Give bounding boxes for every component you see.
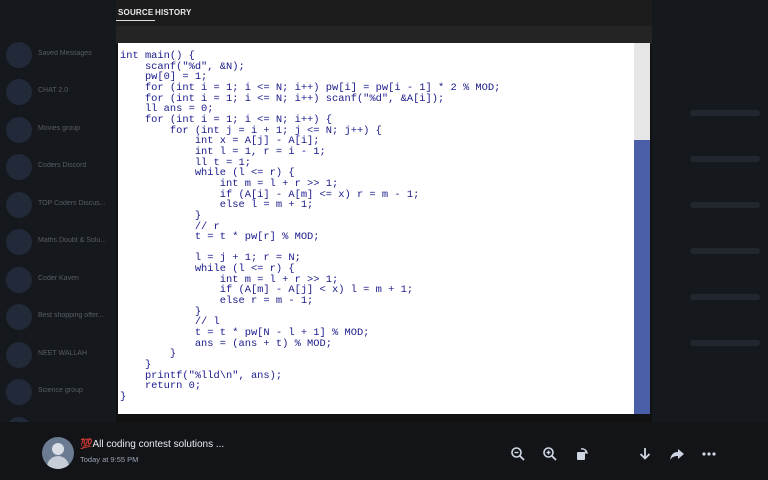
chat-name: Science group [38,387,83,395]
code-block: int main() { scanf("%d", &N); pw[0] = 1;… [120,51,500,403]
message-placeholder [690,202,760,208]
chat-avatar [6,79,32,106]
chat-avatar [6,116,32,143]
caption-text: All coding contest solutions ... [92,439,225,450]
scrollbar-thumb[interactable] [634,140,650,414]
forward-icon[interactable] [669,446,685,462]
code-line: t = t * pw[r] % MOD; [120,231,320,244]
chat-name: Saved Messages [38,49,92,57]
chat-avatar [6,229,32,256]
chat-list-item[interactable]: CHAT 2.0 [0,74,118,112]
message-placeholder [690,156,760,162]
message-placeholder [690,340,760,346]
sender-avatar[interactable] [42,437,74,469]
chat-list-item[interactable]: Coder Kaveri [0,261,118,299]
chat-name: Coder Kaveri [38,274,79,282]
chat-avatar [6,379,32,406]
chat-messages-background [652,70,768,346]
message-placeholder [690,110,760,116]
chat-list: Saved Messages CHAT 2.0 Movies group Coders… [0,36,118,456]
chat-list-item[interactable]: Science group [0,374,118,412]
editor-toolbar-strip [116,26,652,44]
download-icon[interactable] [637,446,653,462]
chat-list-item[interactable]: Saved Messages [0,36,118,74]
chat-avatar [6,154,32,181]
chat-list-item[interactable]: Coders Discord [0,149,118,187]
zoom-out-icon[interactable] [510,446,526,462]
chat-name: Movies group [38,124,81,132]
chat-list-item[interactable]: TOP Coders Discus... [0,186,118,224]
code-line: return 0; [120,380,202,393]
chat-list-item[interactable]: Maths Doubt & Solu... [0,224,118,262]
chat-name: TOP Coders Discus... [38,199,106,207]
zoom-in-icon[interactable] [542,446,558,462]
tab-history[interactable]: HISTORY [155,8,192,17]
chat-name: Maths Doubt & Solu... [38,237,107,245]
message-placeholder [690,248,760,254]
chat-avatar [6,341,32,368]
chat-list-item[interactable]: Movies group [0,111,118,149]
chat-avatar [6,41,32,68]
rotate-icon[interactable] [574,446,590,462]
tab-source[interactable]: SOURCE [116,8,156,21]
more-icon[interactable] [701,446,717,462]
media-caption: 💯All coding contest solutions ... [80,439,224,450]
message-placeholder [690,294,760,300]
chat-name: Best shopping offer... [38,312,104,320]
chat-list-item[interactable]: NEET WALLAH [0,336,118,374]
hundred-points-icon: 💯 [80,439,93,450]
chat-name: NEET WALLAH [38,349,88,357]
chat-avatar [6,266,32,293]
chat-avatar [6,304,32,331]
editor-tab-bar: SOURCE HISTORY [116,0,652,26]
message-time: Today at 9:55 PM [80,455,139,464]
chat-avatar [6,191,32,218]
chat-name: CHAT 2.0 [38,87,69,95]
code-line: } [120,391,127,403]
chat-list-item[interactable]: Best shopping offer... [0,299,118,337]
chat-name: Coders Discord [38,162,87,170]
